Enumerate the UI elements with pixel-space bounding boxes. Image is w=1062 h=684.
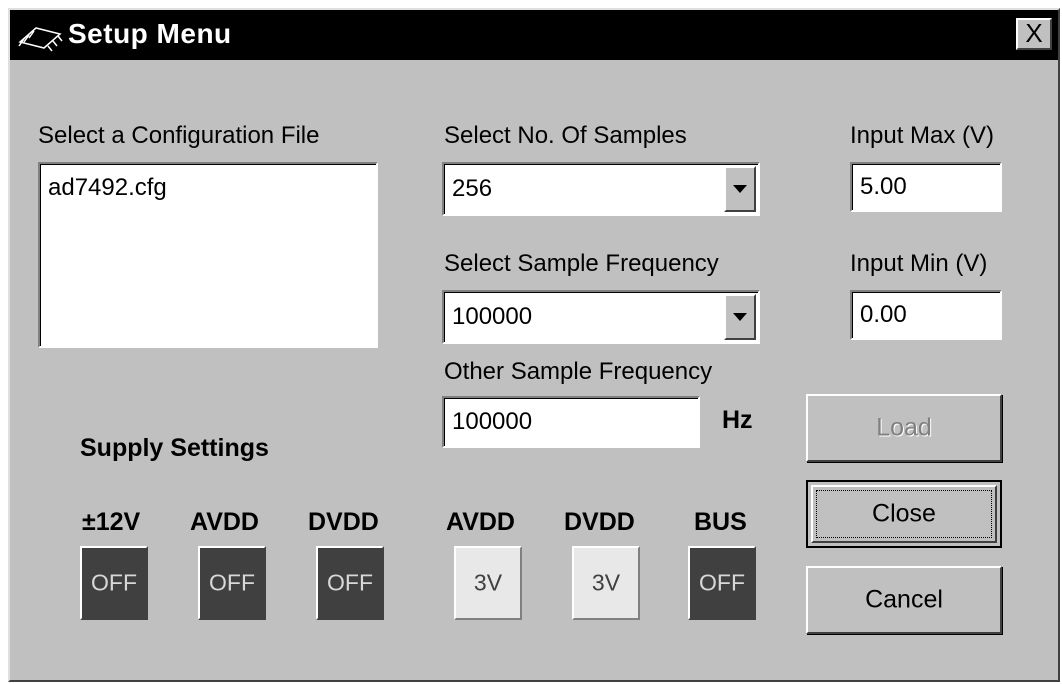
supply-label-dvdd: DVDD [308, 508, 379, 536]
avdd-3v-state: 3V [473, 569, 503, 596]
chevron-down-icon [733, 185, 747, 193]
chip-icon [18, 27, 63, 52]
window-title: Setup Menu [68, 18, 232, 49]
close-button-label: Close [872, 499, 936, 528]
dvdd-toggle[interactable]: OFF [316, 546, 384, 620]
samples-dropdown[interactable]: 256 [442, 162, 760, 216]
cancel-button-label: Cancel [865, 585, 943, 614]
sample-frequency-dropdown[interactable]: 100000 [442, 290, 760, 344]
load-button-label: Load [876, 413, 932, 442]
chevron-down-icon [733, 313, 747, 321]
supply-settings-heading: Supply Settings [80, 434, 269, 462]
other-frequency-input[interactable]: 100000 [442, 396, 700, 448]
input-min-value: 0.00 [860, 301, 907, 328]
input-min-field[interactable]: 0.00 [850, 290, 1002, 340]
sample-frequency-value: 100000 [452, 303, 533, 330]
dvdd-3v-state: 3V [591, 569, 621, 596]
supply-label-pm12v: ±12V [82, 508, 141, 536]
other-frequency-label: Other Sample Frequency [444, 358, 713, 385]
avdd-state: OFF [209, 569, 255, 596]
samples-dropdown-button[interactable] [724, 166, 756, 212]
input-min-label: Input Min (V) [850, 250, 988, 277]
samples-label: Select No. Of Samples [444, 122, 687, 149]
sample-frequency-dropdown-button[interactable] [724, 294, 756, 340]
supply-label-avdd: AVDD [190, 508, 259, 536]
hz-unit-label: Hz [722, 406, 753, 434]
close-button[interactable]: Close [806, 480, 1002, 548]
input-max-label: Input Max (V) [850, 122, 995, 149]
config-file-label: Select a Configuration File [38, 122, 320, 149]
input-max-field[interactable]: 5.00 [850, 162, 1002, 212]
supply-label-dvdd-3v: DVDD [564, 508, 635, 536]
input-max-value: 5.00 [860, 173, 907, 200]
setup-menu-window: Setup Menu X Select a Configuration File… [8, 8, 1060, 682]
dvdd-state: OFF [327, 569, 373, 596]
avdd-3v-toggle[interactable]: 3V [454, 546, 522, 620]
pm12v-toggle[interactable]: OFF [80, 546, 148, 620]
samples-value: 256 [452, 175, 493, 202]
sample-frequency-label: Select Sample Frequency [444, 250, 719, 277]
title-bar[interactable]: Setup Menu X [10, 10, 1058, 60]
load-button[interactable]: Load [806, 394, 1002, 462]
pm12v-state: OFF [91, 569, 137, 596]
supply-label-avdd-3v: AVDD [446, 508, 515, 536]
supply-label-bus: BUS [694, 508, 747, 536]
bus-toggle[interactable]: OFF [688, 546, 756, 620]
avdd-toggle[interactable]: OFF [198, 546, 266, 620]
config-file-listbox[interactable]: ad7492.cfg [38, 162, 378, 348]
bus-state: OFF [699, 569, 745, 596]
close-window-button[interactable]: X [1016, 18, 1052, 50]
cancel-button[interactable]: Cancel [806, 566, 1002, 634]
dvdd-3v-toggle[interactable]: 3V [572, 546, 640, 620]
other-frequency-value: 100000 [452, 408, 533, 435]
config-file-item[interactable]: ad7492.cfg [48, 174, 167, 202]
